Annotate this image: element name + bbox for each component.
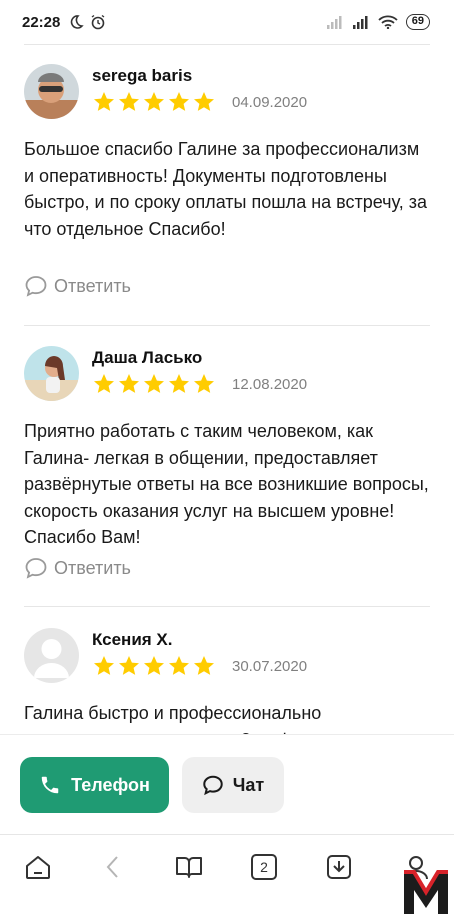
- status-bar: 22:28 69: [0, 0, 454, 44]
- star-icon: [94, 656, 114, 675]
- book-icon: [176, 857, 202, 878]
- avatar: [24, 64, 79, 119]
- divider: [24, 325, 430, 326]
- star-icon: [169, 92, 189, 111]
- avatar: [24, 628, 79, 683]
- star-icon: [144, 656, 164, 675]
- back-button[interactable]: [95, 849, 131, 885]
- moon-icon: [71, 15, 85, 29]
- star-icon: [119, 92, 139, 111]
- browser-toolbar: 2: [0, 834, 454, 920]
- signal-icon: [326, 16, 342, 29]
- back-icon: [106, 856, 118, 878]
- star-icon: [94, 92, 114, 111]
- review-card: Ксения Х. 30.07.2020 Галина быстро и про…: [24, 628, 430, 734]
- review-card: serega baris 04.09.2020 Большое спасибо …: [24, 64, 430, 324]
- reply-button[interactable]: Ответить: [24, 274, 131, 298]
- star-icon: [194, 374, 214, 393]
- tabs-button[interactable]: 2: [246, 849, 282, 885]
- review-author[interactable]: Ксения Х.: [92, 630, 172, 650]
- review-card: Даша Ласько 12.08.2020 Приятно работать …: [24, 346, 430, 606]
- divider: [24, 606, 430, 607]
- star-icon: [144, 92, 164, 111]
- star-icon: [94, 374, 114, 393]
- reply-label: Ответить: [54, 557, 131, 578]
- wifi-icon: [378, 15, 398, 29]
- logo-watermark-icon: [404, 870, 448, 914]
- star-icon: [119, 374, 139, 393]
- battery-icon: 69: [405, 14, 430, 30]
- review-text: Галина быстро и профессионально подготов…: [24, 703, 338, 734]
- contact-actions: Телефон Чат: [0, 734, 454, 834]
- review-date: 04.09.2020: [232, 94, 308, 111]
- star-icon: [119, 656, 139, 675]
- star-icon: [194, 656, 214, 675]
- rating-stars: [92, 372, 216, 396]
- rating-stars: [92, 654, 216, 678]
- chat-bubble-icon: [203, 775, 223, 796]
- chat-button-label: Чат: [232, 774, 265, 795]
- star-icon: [194, 92, 214, 111]
- download-icon: [327, 855, 351, 879]
- star-icon: [169, 374, 189, 393]
- home-button[interactable]: [20, 849, 56, 885]
- rating-stars: [92, 90, 216, 114]
- status-time: 22:28: [22, 13, 61, 31]
- phone-button-label: Телефон: [71, 774, 150, 795]
- downloads-button[interactable]: [321, 849, 357, 885]
- review-author[interactable]: serega baris: [92, 66, 192, 86]
- home-icon: [26, 856, 50, 879]
- bookmarks-button[interactable]: [171, 849, 207, 885]
- phone-button[interactable]: Телефон: [20, 757, 169, 813]
- chat-button[interactable]: Чат: [182, 757, 284, 813]
- reviews-list[interactable]: serega baris 04.09.2020 Большое спасибо …: [0, 44, 454, 734]
- avatar: [24, 346, 79, 401]
- review-text: Большое спасибо Галине за профессионализ…: [24, 139, 428, 239]
- star-icon: [169, 656, 189, 675]
- alarm-icon: [91, 14, 105, 30]
- chat-bubble-icon: [25, 276, 47, 297]
- review-date: 12.08.2020: [232, 376, 308, 393]
- tabs-icon: 2: [251, 854, 277, 880]
- review-text: Приятно работать с таким человеком, как …: [24, 421, 429, 547]
- review-author[interactable]: Даша Ласько: [92, 348, 202, 368]
- phone-icon: [41, 776, 59, 794]
- chat-bubble-icon: [25, 558, 47, 579]
- review-date: 30.07.2020: [232, 658, 308, 675]
- reply-label: Ответить: [54, 275, 131, 296]
- signal-icon: [352, 16, 368, 29]
- reply-button[interactable]: Ответить: [24, 556, 131, 580]
- star-icon: [144, 374, 164, 393]
